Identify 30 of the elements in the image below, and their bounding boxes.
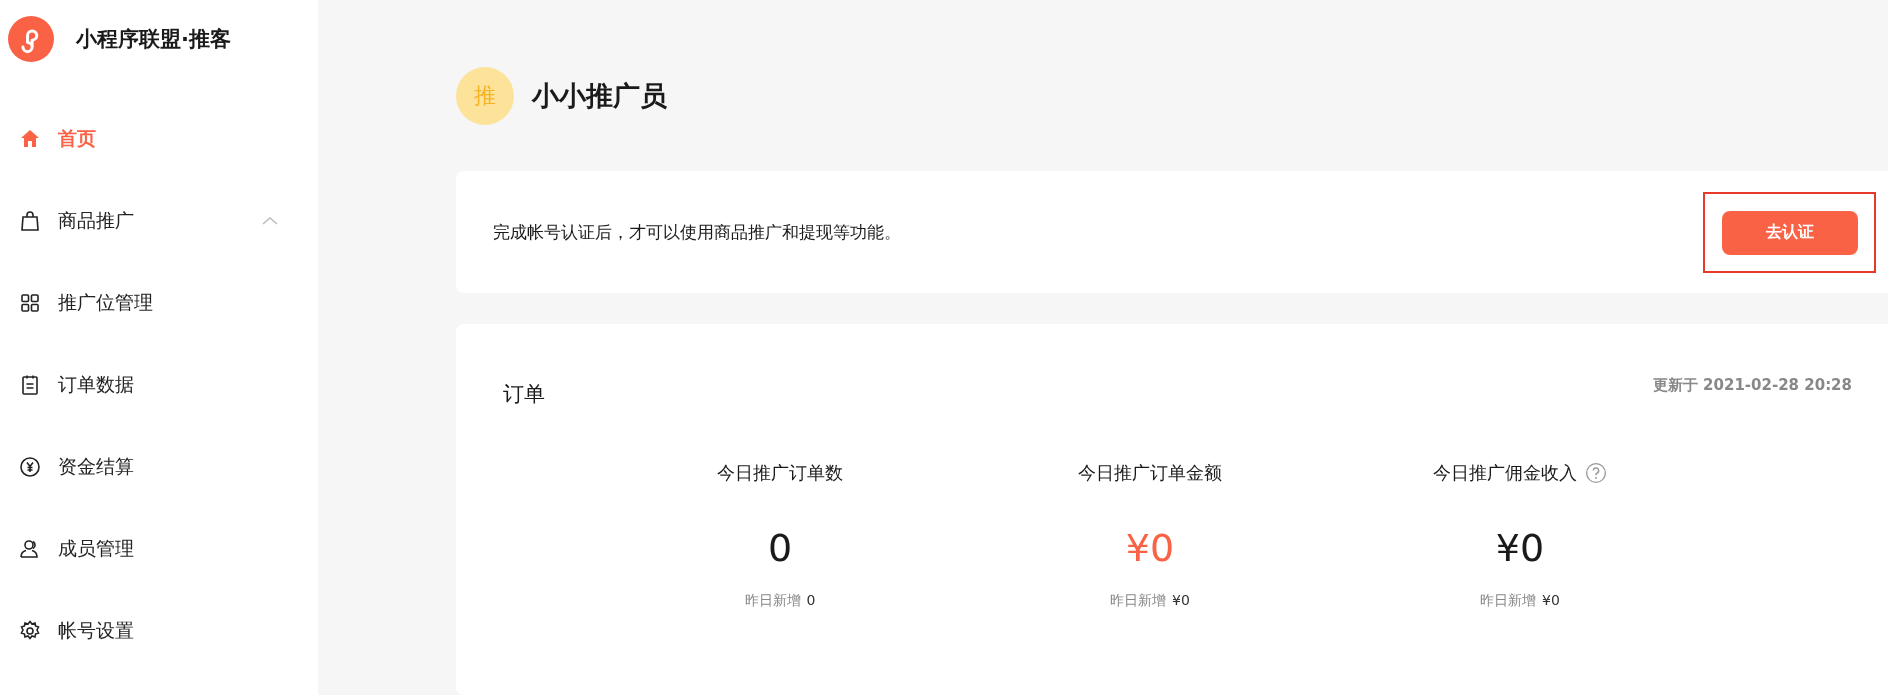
bag-icon	[18, 209, 42, 233]
chevron-up-icon[interactable]	[262, 216, 278, 226]
app-title: 小程序联盟·推客	[76, 26, 231, 53]
section-title: 订单	[503, 381, 545, 408]
yesterday-label: 昨日新增	[1110, 592, 1167, 610]
stat-value: ¥0	[1495, 526, 1545, 572]
nav-item[interactable]: 成员管理	[0, 508, 318, 590]
stat-label: 今日推广订单数	[717, 461, 843, 485]
yesterday-value: ¥0	[1172, 592, 1190, 610]
nav-item[interactable]: 推广位管理	[0, 262, 318, 344]
avatar: 推	[456, 67, 514, 125]
yesterday-value: 0	[806, 592, 816, 610]
nav-item[interactable]: 帐号设置	[0, 590, 318, 672]
stat-value: ¥0	[1125, 526, 1175, 572]
nav-item[interactable]: 资金结算	[0, 426, 318, 508]
yesterday-label: 昨日新增	[1480, 592, 1537, 610]
nav-item[interactable]: 订单数据	[0, 344, 318, 426]
logo-icon	[8, 16, 54, 62]
yen-circle-icon	[18, 455, 42, 479]
stat-label: 今日推广佣金收入	[1433, 461, 1577, 485]
profile-name: 小小推广员	[532, 79, 667, 113]
yesterday-label: 昨日新增	[744, 592, 801, 610]
yesterday-value: ¥0	[1542, 592, 1560, 610]
stat-label: 今日推广订单金额	[1078, 461, 1222, 485]
help-icon[interactable]	[1585, 462, 1607, 484]
nav-item[interactable]: 商品推广	[0, 180, 318, 262]
grid-icon	[18, 291, 42, 315]
notice-text: 完成帐号认证后，才可以使用商品推广和提现等功能。	[493, 220, 901, 244]
update-time: 更新于 2021-02-28 20:28	[1652, 376, 1852, 395]
stat-value: 0	[767, 526, 793, 572]
